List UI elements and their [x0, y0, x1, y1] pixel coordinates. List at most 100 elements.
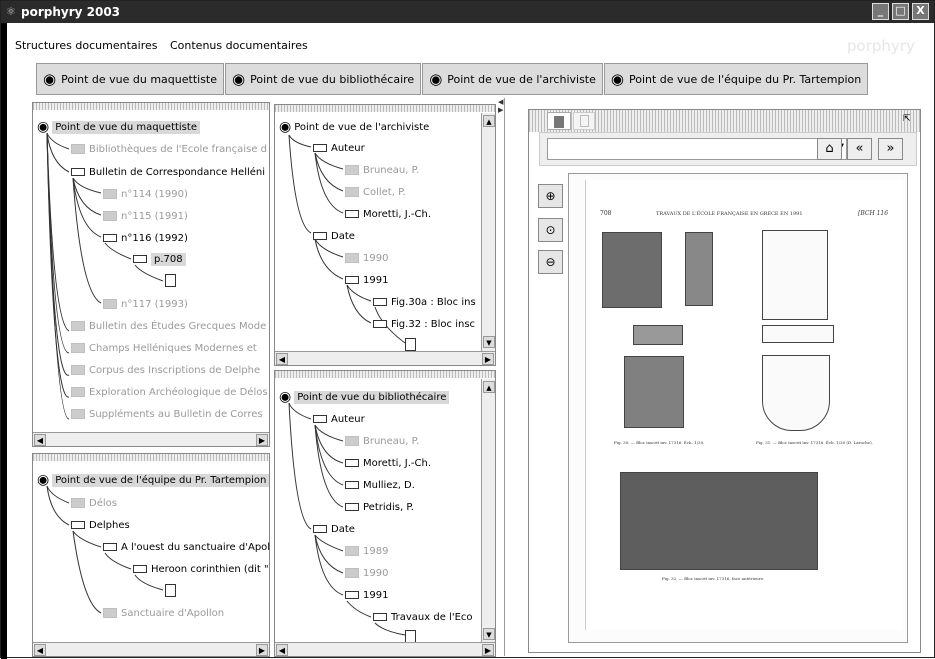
maximize-panel-icon[interactable]: ⇱	[903, 114, 911, 124]
image-thumbnail-icon	[554, 116, 564, 128]
tree-root[interactable]: ◉ Point de vue de l'archiviste	[279, 119, 429, 135]
scroll-left-icon[interactable]: ◀	[34, 434, 46, 446]
tree-node[interactable]: Bulletin de Correspondance Helléni	[71, 164, 265, 180]
zoom-in-button[interactable]: ⊕	[538, 184, 563, 208]
tree-node[interactable]: 1991	[345, 587, 388, 603]
tree-node[interactable]: Delphes	[71, 517, 130, 533]
previous-button[interactable]: «	[847, 138, 872, 160]
tree-node-label: Fig.30a : Bloc ins	[391, 296, 476, 308]
scroll-right-icon[interactable]: ▶	[256, 644, 268, 656]
scroll-left-icon[interactable]: ◀	[276, 353, 288, 365]
scroll-down-icon[interactable]: ▼	[483, 336, 495, 348]
horizontal-scrollbar[interactable]: ◀ ▶	[275, 642, 495, 656]
tree-root[interactable]: ◉ Point de vue du bibliothécaire	[279, 389, 450, 405]
tree-node[interactable]: p.708	[133, 251, 186, 267]
tree-node[interactable]: n°115 (1991)	[103, 208, 188, 224]
splitter-bar[interactable]	[504, 98, 505, 656]
tree-root-label: Point de vue de l'équipe du Pr. Tartempi…	[52, 473, 270, 487]
horizontal-scrollbar[interactable]: ◀ ▶	[33, 432, 269, 446]
tree-node[interactable]: Date	[313, 521, 355, 537]
tree-node-label: Champs Helléniques Modernes et	[89, 342, 257, 354]
tree-node[interactable]: Auteur	[313, 411, 365, 427]
scroll-up-icon[interactable]: ▲	[483, 115, 495, 127]
tree-node[interactable]: Moretti, J.-Ch.	[345, 455, 431, 471]
tree-node[interactable]: Heroon corinthien (dit "	[133, 561, 269, 577]
figure-photo-30c	[633, 325, 683, 345]
scroll-right-icon[interactable]: ▶	[482, 644, 494, 656]
tree-leaf[interactable]	[405, 336, 416, 352]
viewer-tab-image[interactable]	[547, 112, 571, 130]
tree-node[interactable]: Bulletin des Études Grecques Mode	[71, 318, 266, 334]
binoculars-icon: ◉	[43, 70, 57, 88]
tree-node[interactable]: n°116 (1992)	[103, 230, 188, 246]
tree-node[interactable]: Mulliez, D.	[345, 477, 415, 493]
viewpoint-archiviste-button[interactable]: ◉ Point de vue de l'archiviste	[422, 63, 603, 95]
scroll-down-icon[interactable]: ▼	[483, 628, 495, 640]
scroll-right-icon[interactable]: ▶	[256, 434, 268, 446]
next-button[interactable]: »	[878, 138, 903, 160]
tree-node[interactable]: 1990	[345, 250, 388, 266]
tree-node[interactable]: Suppléments au Bulletin de Corres	[71, 406, 263, 422]
panel-maquettiste: ◉ Point de vue du maquettiste Bibliothèqu…	[32, 102, 270, 447]
document-select[interactable]: ▼	[547, 138, 847, 160]
tree-node[interactable]: n°117 (1993)	[103, 296, 188, 312]
tree-node[interactable]: Petridis, P.	[345, 499, 414, 515]
tree-node[interactable]: Bruneau, P.	[345, 433, 419, 449]
tree-node[interactable]: Champs Helléniques Modernes et	[71, 340, 257, 356]
tree-node[interactable]: n°114 (1990)	[103, 186, 188, 202]
vertical-scrollbar[interactable]: ▲ ▼	[481, 113, 495, 351]
tree-node[interactable]: Fig.32 : Bloc insc	[373, 316, 475, 332]
tree-node[interactable]: Corpus des Inscriptions de Delphe	[71, 362, 260, 378]
tree-node[interactable]: 1991	[345, 272, 388, 288]
viewpoint-tartempion-button[interactable]: ◉ Point de vue de l'équipe du Pr. Tartemp…	[603, 63, 869, 95]
tree-root[interactable]: ◉ Point de vue de l'équipe du Pr. Tartemp…	[37, 472, 270, 488]
scroll-left-icon[interactable]: ◀	[34, 644, 46, 656]
tree-root[interactable]: ◉ Point de vue du maquettiste	[37, 119, 200, 135]
folder-icon	[103, 299, 117, 309]
scroll-left-icon[interactable]: ◀	[276, 644, 288, 656]
viewpoint-maquettiste-button[interactable]: ◉ Point de vue du maquettiste	[36, 63, 225, 95]
maximize-button[interactable]: □	[892, 3, 909, 20]
tree-node[interactable]: Bruneau, P.	[345, 162, 419, 178]
page-number: 708	[600, 210, 612, 217]
zoom-out-icon: ⊖	[545, 255, 556, 269]
zoom-in-icon: ⊕	[545, 189, 556, 203]
tree-node[interactable]: Fig.30a : Bloc ins	[373, 294, 476, 310]
tree-root-label: Point de vue du maquettiste	[52, 120, 200, 134]
menu-contenus-documentaires[interactable]: Contenus documentaires	[170, 39, 308, 52]
scroll-right-icon[interactable]: ▶	[482, 353, 494, 365]
tree-node[interactable]: Moretti, J.-Ch.	[345, 206, 431, 222]
viewer-tab-document[interactable]	[573, 112, 595, 130]
zoom-out-button[interactable]: ⊖	[538, 250, 563, 274]
tree-leaf[interactable]	[165, 582, 176, 598]
viewpoint-bibliothecaire-button[interactable]: ◉ Point de vue du bibliothécaire	[225, 63, 422, 95]
binoculars-icon: ◉	[610, 70, 624, 88]
tree-node[interactable]: Sanctuaire d'Apollon	[103, 605, 224, 621]
menu-structures-documentaires[interactable]: Structures documentaires	[15, 39, 157, 52]
document-page-area[interactable]: 708 TRAVAUX DE L'ÉCOLE FRANÇAISE EN GRÈC…	[568, 173, 908, 643]
button-label: Point de vue du bibliothécaire	[250, 72, 415, 86]
vertical-scrollbar[interactable]: ▲ ▼	[481, 379, 495, 643]
tree-node[interactable]: Collet, P.	[345, 184, 406, 200]
scroll-up-icon[interactable]: ▲	[483, 381, 495, 393]
tree-leaf[interactable]	[165, 272, 176, 288]
figure-drawing-31c	[762, 355, 830, 431]
tree-node[interactable]: Bibliothèques de l'Ecole française d	[71, 141, 267, 157]
tree-node[interactable]: 1990	[345, 565, 388, 581]
zoom-reset-button[interactable]: ⊙	[538, 218, 563, 242]
tree-node[interactable]: A l'ouest du sanctuaire d'Apol	[103, 539, 270, 555]
tree-node[interactable]: Auteur	[313, 140, 365, 156]
tree-node[interactable]: Exploration Archéologique de Délos	[71, 384, 268, 400]
tree-node[interactable]: Travaux de l'Eco	[373, 609, 473, 625]
app-icon: ⚛	[6, 5, 16, 18]
folder-icon	[71, 387, 85, 397]
minimize-button[interactable]: _	[872, 3, 889, 20]
close-button[interactable]: X	[912, 3, 929, 20]
title-bar[interactable]: ⚛ porphyry 2003 _ □ X	[1, 1, 934, 23]
tree-node[interactable]: Délos	[71, 495, 117, 511]
horizontal-scrollbar[interactable]: ◀ ▶	[33, 642, 269, 656]
horizontal-scrollbar[interactable]: ◀ ▶	[275, 351, 495, 365]
home-button[interactable]: ⌂	[817, 138, 842, 160]
tree-node[interactable]: 1989	[345, 543, 388, 559]
tree-node[interactable]: Date	[313, 228, 355, 244]
